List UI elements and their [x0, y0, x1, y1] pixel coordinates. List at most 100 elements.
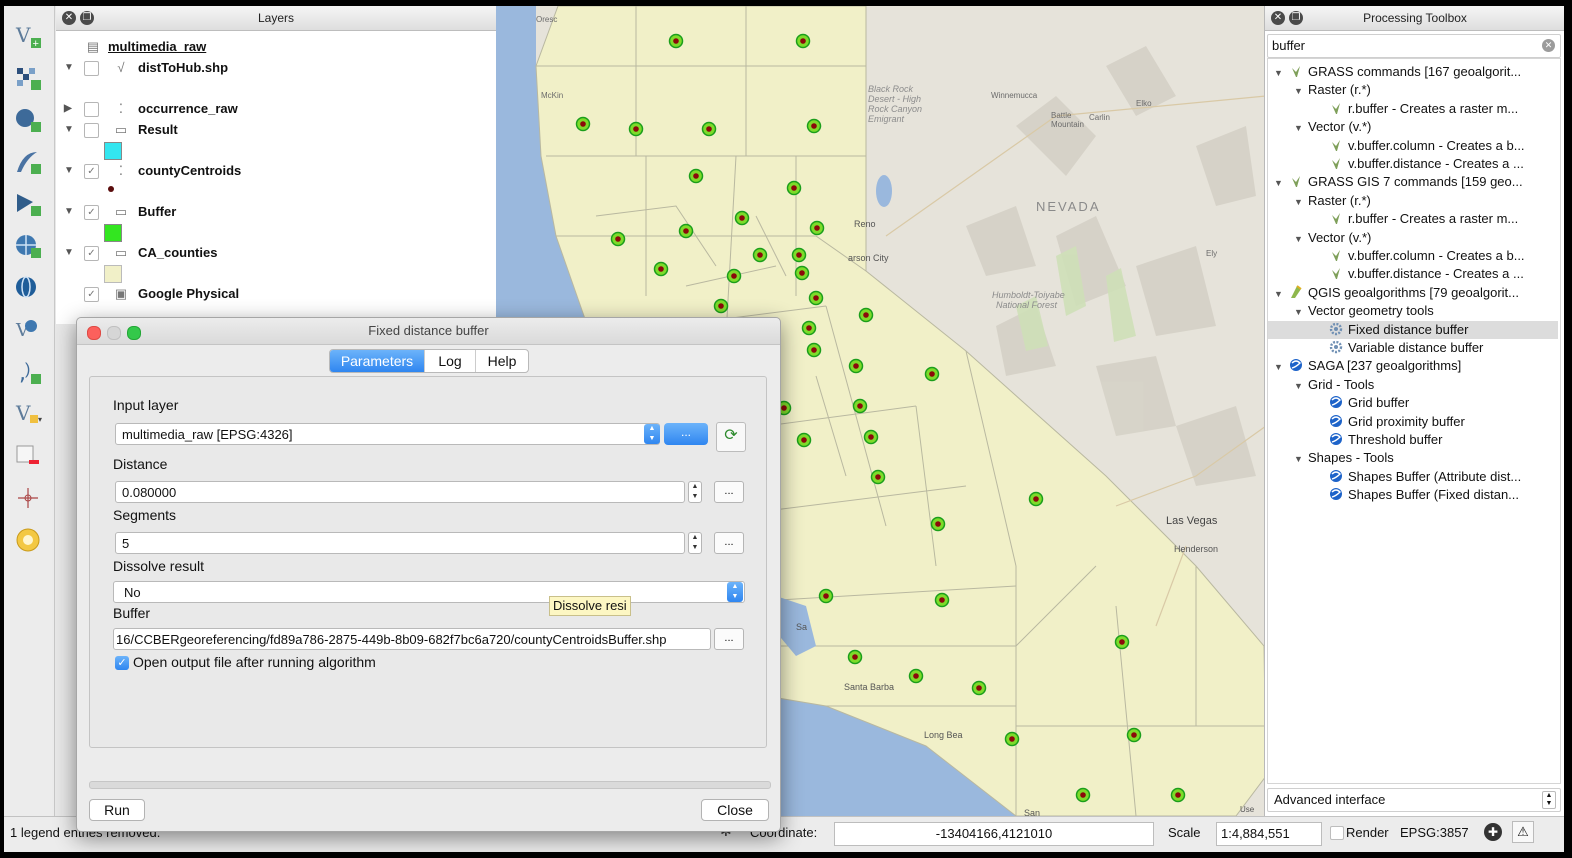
zoom-window-button[interactable]: [127, 326, 141, 340]
expand-arrow-icon[interactable]: ▼: [1294, 303, 1308, 320]
expand-arrow-icon[interactable]: ▼: [1294, 119, 1308, 136]
crs-globe-icon[interactable]: ✚: [1484, 823, 1502, 841]
add-spatialite-layer-icon[interactable]: [13, 148, 43, 176]
tree-item[interactable]: ▼ Shapes - Tools: [1268, 449, 1558, 467]
expand-arrow-icon[interactable]: ▼: [64, 161, 74, 181]
layer-visibility-checkbox[interactable]: ✓: [84, 164, 99, 179]
crs-label[interactable]: EPSG:3857: [1400, 825, 1469, 840]
centroid-symbol-swatch[interactable]: [108, 186, 114, 192]
interface-mode-select[interactable]: Advanced interface ▲ ▼: [1267, 788, 1561, 812]
layer-row-ca-counties[interactable]: ▼ ✓ ▭ CA_counties: [56, 243, 496, 263]
select-stepper-icon[interactable]: ▲ ▼: [644, 424, 660, 444]
browse-layer-button[interactable]: ...: [664, 423, 708, 445]
float-panel-icon[interactable]: ❐: [80, 11, 94, 25]
tab-log[interactable]: Log: [424, 350, 475, 372]
tree-item[interactable]: Grid buffer: [1268, 394, 1558, 412]
expand-arrow-icon[interactable]: ▼: [1294, 193, 1308, 210]
tree-item[interactable]: ▼ Grid - Tools: [1268, 376, 1558, 394]
layer-visibility-checkbox[interactable]: ✓: [84, 246, 99, 261]
expand-arrow-icon[interactable]: ▼: [64, 243, 74, 263]
tree-item[interactable]: Shapes Buffer (Fixed distan...: [1268, 486, 1558, 504]
layer-visibility-checkbox[interactable]: ✓: [84, 287, 99, 302]
layer-visibility-checkbox[interactable]: ✓: [84, 205, 99, 220]
iterate-over-layer-icon[interactable]: ⟳: [716, 422, 746, 452]
layer-row-buffer[interactable]: ▼ ✓ ▭ Buffer: [56, 202, 496, 222]
tree-item[interactable]: ▼ QGIS geoalgorithms [79 geoalgorit...: [1268, 284, 1558, 302]
result-symbol-swatch[interactable]: [104, 142, 122, 160]
expand-arrow-icon[interactable]: ▼: [1294, 82, 1308, 99]
scale-field[interactable]: 1:4,884,551: [1216, 822, 1322, 846]
tree-item[interactable]: ▼ Raster (r.*): [1268, 81, 1558, 99]
ca-counties-symbol-swatch[interactable]: [104, 265, 122, 283]
toolbox-search-input[interactable]: buffer ✕: [1267, 34, 1561, 58]
tab-parameters[interactable]: Parameters: [330, 350, 424, 372]
tree-item[interactable]: ▼ Vector (v.*): [1268, 229, 1558, 247]
minimize-window-button[interactable]: [107, 326, 121, 340]
coordinate-field[interactable]: -13404166,4121010: [834, 822, 1154, 846]
expand-arrow-icon[interactable]: ▼: [64, 120, 74, 140]
add-wms-layer-icon[interactable]: [13, 232, 43, 260]
add-mssql-layer-icon[interactable]: [13, 190, 43, 218]
tree-item[interactable]: r.buffer - Creates a raster m...: [1268, 210, 1558, 228]
tree-item[interactable]: ▼ GRASS GIS 7 commands [159 geo...: [1268, 173, 1558, 191]
layer-row-countycentroids[interactable]: ▼ ✓ ⁚ countyCentroids: [56, 161, 496, 181]
segments-input[interactable]: 5: [115, 532, 685, 554]
add-postgis-layer-icon[interactable]: [13, 106, 43, 134]
layer-visibility-checkbox[interactable]: [84, 61, 99, 76]
buffer-output-browse-button[interactable]: ...: [714, 628, 744, 650]
tree-item[interactable]: v.buffer.column - Creates a b...: [1268, 137, 1558, 155]
close-button[interactable]: Close: [701, 799, 769, 821]
collapse-arrow-icon[interactable]: ▶: [64, 99, 72, 119]
clear-search-icon[interactable]: ✕: [1542, 39, 1555, 52]
expand-arrow-icon[interactable]: ▼: [1294, 377, 1308, 394]
expand-arrow-icon[interactable]: ▼: [1294, 450, 1308, 467]
run-button[interactable]: Run: [89, 799, 145, 821]
add-raster-layer-icon[interactable]: [13, 64, 43, 92]
layer-row-google-physical[interactable]: ✓ ▣ Google Physical: [56, 284, 496, 304]
tree-item[interactable]: r.buffer - Creates a raster m...: [1268, 100, 1558, 118]
tree-item[interactable]: ▼ Vector geometry tools: [1268, 302, 1558, 320]
tree-item[interactable]: v.buffer.distance - Creates a ...: [1268, 265, 1558, 283]
segments-stepper-icon[interactable]: ▲ ▼: [688, 532, 702, 554]
tree-item[interactable]: Threshold buffer: [1268, 431, 1558, 449]
expand-arrow-icon[interactable]: ▼: [1294, 230, 1308, 247]
close-panel-icon[interactable]: ✕: [1271, 11, 1285, 25]
select-stepper-icon[interactable]: ▲ ▼: [727, 582, 743, 602]
tree-item[interactable]: Grid proximity buffer: [1268, 413, 1558, 431]
add-vector-layer-icon[interactable]: V +: [13, 22, 43, 50]
tree-item[interactable]: ▼ Vector (v.*): [1268, 118, 1558, 136]
buffer-output-path[interactable]: 16/CCBERgeoreferencing/fd89a786-2875-449…: [113, 628, 711, 650]
expand-arrow-icon[interactable]: ▼: [1274, 285, 1288, 302]
tree-item[interactable]: Variable distance buffer: [1268, 339, 1558, 357]
float-panel-icon[interactable]: ❐: [1289, 11, 1303, 25]
buffer-symbol-swatch[interactable]: [104, 224, 122, 242]
layer-row-occurrence-raw[interactable]: ▶ ⁚ occurrence_raw: [56, 99, 496, 119]
tree-item[interactable]: Fixed distance buffer: [1268, 320, 1558, 339]
close-window-button[interactable]: [87, 326, 101, 340]
select-stepper-icon[interactable]: ▲ ▼: [1542, 791, 1556, 809]
distance-input[interactable]: 0.080000: [115, 481, 685, 503]
tab-help[interactable]: Help: [475, 350, 528, 372]
crosshair-icon[interactable]: [13, 484, 43, 512]
tree-item[interactable]: ▼ GRASS commands [167 geoalgorit...: [1268, 63, 1558, 81]
close-panel-icon[interactable]: ✕: [62, 11, 76, 25]
expand-arrow-icon[interactable]: ▼: [64, 58, 74, 78]
messages-warning-icon[interactable]: ⚠: [1512, 821, 1534, 843]
gps-tools-icon[interactable]: [13, 526, 43, 554]
expand-arrow-icon[interactable]: ▼: [64, 202, 74, 222]
distance-stepper-icon[interactable]: ▲ ▼: [688, 481, 702, 503]
dissolve-select[interactable]: No: [113, 581, 745, 603]
add-delimited-text-icon[interactable]: ,): [13, 358, 43, 386]
tree-item[interactable]: Shapes Buffer (Attribute dist...: [1268, 468, 1558, 486]
expand-arrow-icon[interactable]: ▼: [1274, 174, 1288, 191]
layer-visibility-checkbox[interactable]: [84, 123, 99, 138]
expand-arrow-icon[interactable]: ▼: [1274, 64, 1288, 81]
layer-row-multimedia-raw[interactable]: ▤ multimedia_raw: [56, 37, 496, 57]
tree-item[interactable]: v.buffer.distance - Creates a ...: [1268, 155, 1558, 173]
input-layer-select[interactable]: multimedia_raw [EPSG:4326]: [115, 423, 660, 445]
segments-options-button[interactable]: ...: [714, 532, 744, 554]
dialog-titlebar[interactable]: Fixed distance buffer: [77, 318, 780, 345]
tree-item[interactable]: ▼ Raster (r.*): [1268, 192, 1558, 210]
expand-arrow-icon[interactable]: ▼: [1274, 358, 1288, 375]
tree-item[interactable]: v.buffer.column - Creates a b...: [1268, 247, 1558, 265]
